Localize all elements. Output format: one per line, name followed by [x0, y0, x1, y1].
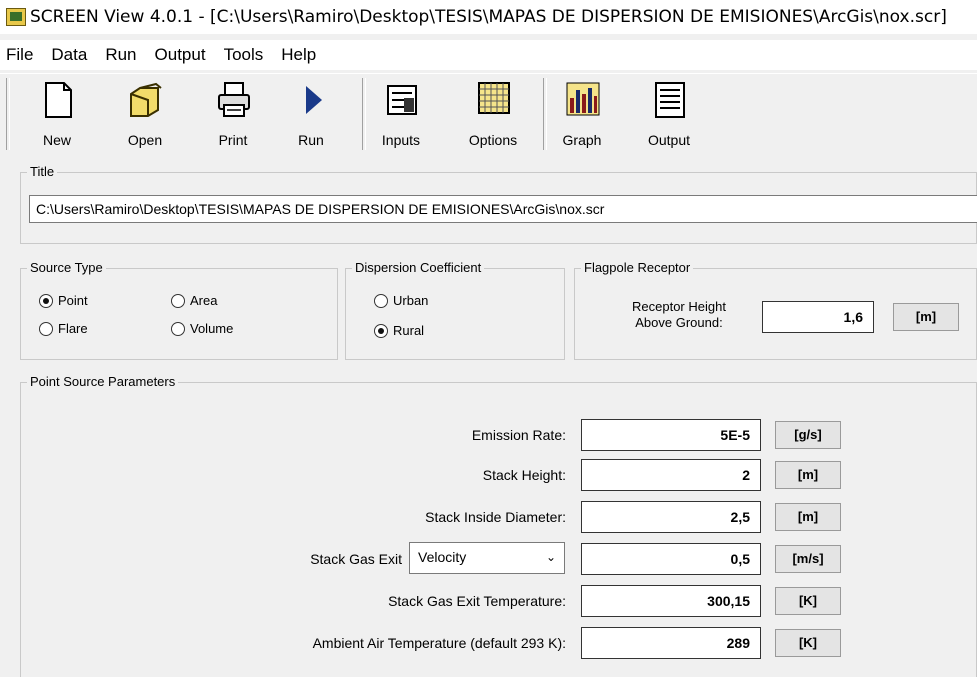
title-group: Title C:\Users\Ramiro\Desktop\TESIS\MAPA…: [20, 164, 977, 244]
source-type-label: Source Type: [27, 260, 106, 275]
menu-tools[interactable]: Tools: [215, 45, 273, 65]
stack-inside-diameter-label: Stack Inside Diameter:: [425, 509, 566, 525]
stack-gas-exit-temperature-unit-button[interactable]: [K]: [775, 587, 841, 615]
menu-help[interactable]: Help: [272, 45, 325, 65]
stack-gas-exit-label: Stack Gas Exit: [310, 551, 402, 567]
window-title: SCREEN View 4.0.1 - [C:\Users\Ramiro\Des…: [30, 7, 947, 27]
run-button[interactable]: Run: [274, 76, 348, 152]
title-bar: SCREEN View 4.0.1 - [C:\Users\Ramiro\Des…: [0, 0, 977, 34]
stack-height-unit-button[interactable]: [m]: [775, 461, 841, 489]
open-folder-icon: [130, 82, 162, 117]
options-grid-icon: [478, 82, 510, 114]
emission-rate-input[interactable]: 5E-5: [581, 419, 761, 451]
stack-inside-diameter-input[interactable]: 2,5: [581, 501, 761, 533]
stack-height-label: Stack Height:: [482, 467, 566, 483]
menu-bar: File Data Run Output Tools Help: [0, 40, 977, 70]
stack-gas-exit-temperature-input[interactable]: 300,15: [581, 585, 761, 617]
radio-unchecked-icon: [171, 293, 185, 308]
flagpole-label: Flagpole Receptor: [581, 260, 694, 275]
output-document-icon: [655, 82, 685, 118]
bar-graph-icon: [566, 82, 600, 116]
receptor-height-unit-button[interactable]: [m]: [893, 303, 959, 331]
new-file-icon: [45, 82, 72, 118]
receptor-height-input[interactable]: 1,6: [762, 301, 874, 333]
new-button[interactable]: New: [20, 76, 94, 152]
point-source-label: Point Source Parameters: [27, 374, 179, 389]
title-input[interactable]: C:\Users\Ramiro\Desktop\TESIS\MAPAS DE D…: [29, 195, 977, 223]
open-button[interactable]: Open: [108, 76, 182, 152]
radio-flare[interactable]: Flare: [39, 321, 88, 336]
radio-unchecked-icon: [374, 293, 388, 308]
stack-gas-exit-velocity-unit-button[interactable]: [m/s]: [775, 545, 841, 573]
radio-checked-icon: [374, 323, 388, 338]
radio-point[interactable]: Point: [39, 293, 88, 308]
dispersion-label: Dispersion Coefficient: [352, 260, 485, 275]
radio-unchecked-icon: [39, 321, 53, 336]
ambient-air-temperature-input[interactable]: 289: [581, 627, 761, 659]
flagpole-group: Flagpole Receptor Receptor Height Above …: [574, 260, 977, 360]
ambient-air-temperature-label: Ambient Air Temperature (default 293 K):: [312, 635, 566, 651]
receptor-height-label: Receptor Height Above Ground:: [632, 299, 726, 330]
radio-urban[interactable]: Urban: [374, 293, 428, 308]
radio-rural[interactable]: Rural: [374, 323, 424, 338]
source-type-group: Source Type Point Area Flare Volume: [20, 260, 338, 360]
menu-output[interactable]: Output: [146, 45, 215, 65]
stack-gas-exit-temperature-label: Stack Gas Exit Temperature:: [388, 593, 566, 609]
ambient-air-temperature-unit-button[interactable]: [K]: [775, 629, 841, 657]
print-button[interactable]: Print: [196, 76, 270, 152]
dispersion-group: Dispersion Coefficient Urban Rural: [345, 260, 565, 360]
stack-gas-exit-velocity-input[interactable]: 0,5: [581, 543, 761, 575]
play-triangle-icon: [306, 86, 322, 114]
menu-file[interactable]: File: [0, 45, 42, 65]
point-source-group: Point Source Parameters Emission Rate: 5…: [20, 374, 977, 677]
stack-gas-exit-select[interactable]: Velocity ⌄: [409, 542, 565, 574]
title-group-label: Title: [27, 164, 58, 179]
stack-height-input[interactable]: 2: [581, 459, 761, 491]
menu-data[interactable]: Data: [42, 45, 96, 65]
radio-checked-icon: [39, 293, 53, 308]
emission-rate-unit-button[interactable]: [g/s]: [775, 421, 841, 449]
stack-inside-diameter-unit-button[interactable]: [m]: [775, 503, 841, 531]
menu-run[interactable]: Run: [96, 45, 145, 65]
graph-button[interactable]: Graph: [545, 76, 619, 152]
chevron-down-icon: ⌄: [545, 550, 556, 564]
toolbar: New Open Print Run Inputs Options Graph …: [0, 73, 977, 156]
inputs-button[interactable]: Inputs: [364, 76, 438, 152]
options-button[interactable]: Options: [456, 76, 530, 152]
output-button[interactable]: Output: [632, 76, 706, 152]
app-icon: [6, 8, 26, 26]
emission-rate-label: Emission Rate:: [471, 427, 566, 443]
printer-icon: [218, 82, 250, 117]
inputs-icon: [387, 85, 417, 115]
radio-unchecked-icon: [171, 321, 185, 336]
radio-volume[interactable]: Volume: [171, 321, 233, 336]
radio-area[interactable]: Area: [171, 293, 217, 308]
